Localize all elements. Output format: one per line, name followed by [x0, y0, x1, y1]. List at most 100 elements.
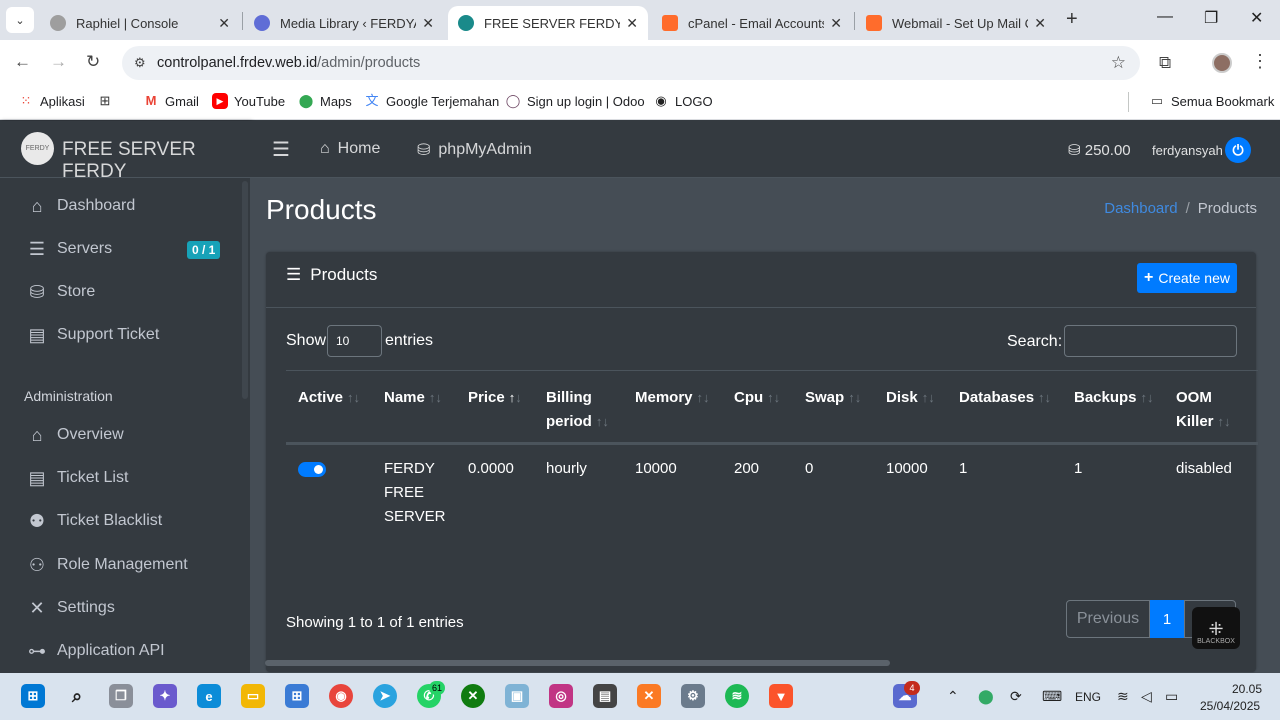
- create-new-button[interactable]: + Create new: [1137, 263, 1237, 293]
- close-tab-icon[interactable]: ✕: [1034, 15, 1046, 32]
- bookmark-odoo[interactable]: ◯ Sign up login | Odoo: [505, 93, 645, 109]
- sidebar-item-dashboard[interactable]: ⌂ Dashboard: [25, 191, 136, 221]
- column-header-oom-killer[interactable]: OOM Killer ↑↓: [1176, 386, 1231, 434]
- pagination-previous[interactable]: Previous: [1066, 600, 1150, 638]
- sidebar-item-servers[interactable]: ☰ Servers: [25, 234, 112, 264]
- profile-avatar[interactable]: [1212, 53, 1232, 73]
- extensions-icon[interactable]: ⧉: [1159, 53, 1171, 73]
- task-view-icon[interactable]: ❐: [109, 684, 133, 708]
- minimize-icon[interactable]: —: [1157, 8, 1173, 26]
- nav-phpmyadmin-link[interactable]: ⛁ phpMyAdmin: [417, 140, 532, 160]
- close-tab-icon[interactable]: ✕: [830, 15, 842, 32]
- sidebar-item-settings[interactable]: ✕ Settings: [25, 593, 114, 623]
- restore-icon[interactable]: ❐: [1204, 8, 1218, 28]
- brand-link[interactable]: FERDY FREE SERVER FERDY: [0, 121, 250, 182]
- sidebar-item-application-api[interactable]: ⊶ Application API: [25, 636, 165, 666]
- edge-icon[interactable]: e: [197, 684, 221, 708]
- pagination-page-1[interactable]: 1: [1150, 600, 1184, 638]
- sync-icon[interactable]: ⟳: [1010, 688, 1022, 705]
- tab-free-server-ferdy[interactable]: FREE SERVER FERDY ✕: [448, 6, 648, 40]
- tab-cpanel-email[interactable]: cPanel - Email Accounts ✕: [652, 6, 852, 40]
- column-header-databases[interactable]: Databases ↑↓: [959, 386, 1051, 410]
- sidebar-scrollbar[interactable]: [242, 181, 248, 399]
- spotify-icon[interactable]: ≋: [725, 684, 749, 708]
- bookmark-translate[interactable]: 文 Google Terjemahan: [364, 93, 499, 109]
- breadcrumb-dashboard-link[interactable]: Dashboard: [1104, 200, 1177, 217]
- browser-menu-icon[interactable]: ⋮: [1251, 51, 1269, 72]
- user-avatar-power-icon[interactable]: ⏻: [1225, 137, 1251, 163]
- reload-icon[interactable]: ↻: [86, 52, 100, 72]
- sidebar-item-overview[interactable]: ⌂ Overview: [25, 420, 124, 450]
- column-header-active[interactable]: Active ↑↓: [298, 386, 360, 410]
- xbox-icon[interactable]: ✕: [461, 684, 485, 708]
- battery-icon[interactable]: ▭: [1165, 688, 1178, 705]
- bookmark-star-icon[interactable]: ☆: [1111, 53, 1126, 73]
- sidebar-item-ticket-blacklist[interactable]: ⚉ Ticket Blacklist: [25, 506, 162, 536]
- xampp-icon[interactable]: ✕: [637, 684, 661, 708]
- copilot-icon[interactable]: ✦: [153, 684, 177, 708]
- column-header-name[interactable]: Name ↑↓: [384, 386, 442, 410]
- column-header-price[interactable]: Price ↑↓: [468, 386, 522, 410]
- tab-raphiel-console[interactable]: Raphiel | Console ✕: [40, 6, 240, 40]
- active-toggle-switch[interactable]: [298, 462, 326, 477]
- volume-icon[interactable]: ◁: [1141, 688, 1152, 705]
- telegram-icon[interactable]: ➤: [373, 684, 397, 708]
- all-bookmarks[interactable]: ▭ Semua Bookmark: [1149, 93, 1274, 109]
- ms-store-icon[interactable]: ⊞: [285, 684, 309, 708]
- clock-time[interactable]: 20.05: [1232, 682, 1262, 696]
- bookmark-youtube[interactable]: ▶ YouTube: [212, 93, 285, 109]
- search-icon[interactable]: ⌕: [65, 684, 89, 708]
- website-icon[interactable]: ▤: [593, 684, 617, 708]
- new-tab-button[interactable]: +: [1066, 8, 1078, 31]
- close-tab-icon[interactable]: ✕: [626, 15, 638, 32]
- bookmark-logo[interactable]: ◉ LOGO: [653, 93, 712, 109]
- keyboard-icon[interactable]: ⌨: [1042, 688, 1062, 705]
- entries-per-page-select[interactable]: 10: [327, 325, 382, 357]
- forward-icon[interactable]: →: [50, 52, 67, 72]
- horizontal-scrollbar[interactable]: [265, 660, 890, 666]
- sidebar-item-ticket-list[interactable]: ▤ Ticket List: [25, 463, 128, 493]
- column-header-disk[interactable]: Disk ↑↓: [886, 386, 935, 410]
- tab-webmail[interactable]: Webmail - Set Up Mail Client ✕: [856, 6, 1056, 40]
- instagram-icon[interactable]: ◎: [549, 684, 573, 708]
- file-explorer-icon[interactable]: ▭: [241, 684, 265, 708]
- app-icon[interactable]: ⚙: [681, 684, 705, 708]
- column-header-line2: period: [546, 413, 592, 430]
- url-text[interactable]: controlpanel.frdev.web.id/admin/products: [157, 55, 420, 71]
- language-indicator[interactable]: ENG: [1075, 690, 1101, 704]
- column-header-billing-period[interactable]: Billing period ↑↓: [546, 386, 609, 434]
- show-hidden-icons-icon[interactable]: ⌃: [947, 688, 959, 705]
- close-window-icon[interactable]: ✕: [1250, 8, 1263, 28]
- blackbox-widget[interactable]: ⁜ BLACKBOX: [1192, 607, 1240, 649]
- hamburger-menu-icon[interactable]: ☰: [272, 137, 290, 162]
- back-icon[interactable]: ←: [14, 52, 31, 72]
- column-header-memory[interactable]: Memory ↑↓: [635, 386, 710, 410]
- column-header-swap[interactable]: Swap ↑↓: [805, 386, 861, 410]
- username[interactable]: ferdyansyah: [1152, 143, 1223, 158]
- nav-home-link[interactable]: ⌂ Home: [320, 140, 380, 158]
- bookmark-gmail[interactable]: M Gmail: [143, 93, 199, 109]
- bookmark-apps[interactable]: ⁙ Aplikasi: [18, 93, 85, 109]
- address-bar[interactable]: ⚙ controlpanel.frdev.web.id/admin/produc…: [122, 46, 1140, 80]
- tab-media-library[interactable]: Media Library ‹ FERDYANSYAH ✕: [244, 6, 444, 40]
- bookmark-grid[interactable]: ⊞: [97, 93, 119, 109]
- sliders-icon: ☰: [286, 265, 302, 284]
- security-icon[interactable]: ⬤: [978, 688, 994, 705]
- search-input[interactable]: [1064, 325, 1237, 357]
- sidebar-item-role-management[interactable]: ⚇ Role Management: [25, 550, 188, 580]
- clock-date[interactable]: 25/04/2025: [1200, 699, 1260, 713]
- close-tab-icon[interactable]: ✕: [422, 15, 434, 32]
- close-tab-icon[interactable]: ✕: [218, 15, 230, 32]
- sidebar-item-support-ticket[interactable]: ▤ Support Ticket: [25, 320, 159, 350]
- windows-start-icon[interactable]: ⊞: [21, 684, 45, 708]
- chrome-icon[interactable]: ◉: [329, 684, 353, 708]
- sidebar-item-store[interactable]: ⛁ Store: [25, 277, 95, 307]
- column-header-backups[interactable]: Backups ↑↓: [1074, 386, 1154, 410]
- site-info-icon[interactable]: ⚙: [134, 55, 146, 71]
- wifi-icon[interactable]: ≋: [1117, 688, 1129, 705]
- tab-search-button[interactable]: ⌄: [6, 7, 34, 33]
- column-header-cpu[interactable]: Cpu ↑↓: [734, 386, 780, 410]
- bookmark-maps[interactable]: ⬤ Maps: [298, 93, 352, 109]
- brave-icon[interactable]: ▼: [769, 684, 793, 708]
- photos-icon[interactable]: ▣: [505, 684, 529, 708]
